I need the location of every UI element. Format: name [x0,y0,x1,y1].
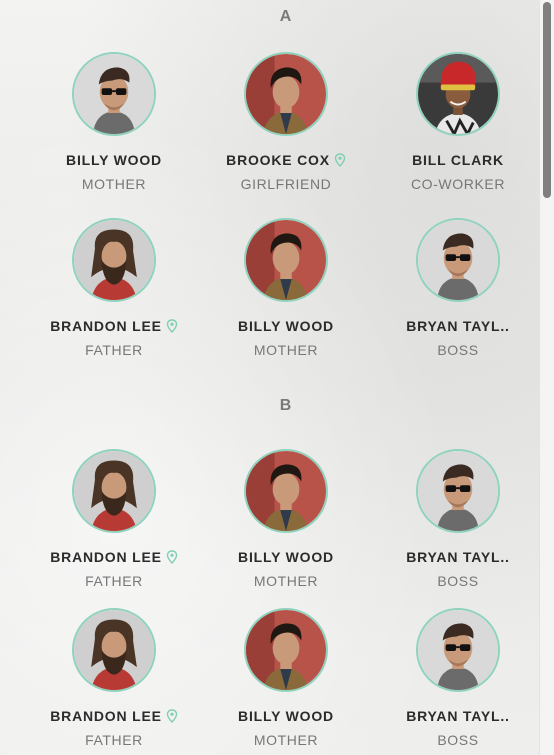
contact-relationship: MOTHER [253,342,319,358]
contact-name-text: BRYAN TAYL.. [406,318,510,334]
portrait-long-hair-beard-icon [74,451,154,531]
portrait-long-hair-beard-icon [74,220,154,300]
avatar[interactable] [244,608,328,692]
portrait-sunglasses-icon [418,220,498,300]
contact-relationship: CO-WORKER [410,176,506,192]
avatar[interactable] [72,52,156,136]
contact-name-text: BILL CLARK [412,152,504,168]
contact-name-text: BILLY WOOD [66,152,162,168]
contact-card[interactable]: BRANDON LEE FATHER [29,608,199,752]
contact-relationship: MOTHER [253,732,319,748]
portrait-sunglasses-icon [418,451,498,531]
avatar[interactable] [72,218,156,302]
contact-relationship: MOTHER [253,573,319,589]
contact-name-text: BILLY WOOD [238,549,334,565]
contact-card[interactable]: BRYAN TAYL.. BOSS [373,449,543,593]
contact-name-text: BROOKE COX [226,152,330,168]
contact-card[interactable]: BILLY WOOD MOTHER [29,52,199,196]
contact-name: BRYAN TAYL.. [373,318,543,334]
portrait-red-beanie-icon [418,54,498,134]
contact-name: BILLY WOOD [29,152,199,168]
contact-name: BILLY WOOD [201,549,371,565]
contact-card[interactable]: BRYAN TAYL.. BOSS [373,218,543,362]
avatar[interactable] [416,608,500,692]
contact-name-text: BRANDON LEE [50,708,162,724]
portrait-sunglasses-icon [418,610,498,690]
portrait-long-hair-beard-icon [74,610,154,690]
contact-relationship: FATHER [85,342,143,358]
portrait-dark-hair-icon [246,54,326,134]
contact-card[interactable]: BROOKE COX GIRLFRIEND [201,52,371,196]
avatar[interactable] [244,52,328,136]
contact-relationship: BOSS [437,573,479,589]
location-pin-icon [166,709,178,724]
portrait-dark-hair-icon [246,610,326,690]
contact-name: BRANDON LEE [29,549,199,565]
contact-name: BRANDON LEE [29,708,199,724]
contact-card[interactable]: BILLY WOOD MOTHER [201,608,371,752]
contact-name: BILL CLARK [373,152,543,168]
contact-card[interactable]: BRANDON LEE FATHER [29,218,199,362]
contact-name: BILLY WOOD [201,708,371,724]
scrollbar-thumb[interactable] [543,2,551,198]
location-pin-icon [166,319,178,334]
portrait-dark-hair-icon [246,220,326,300]
contact-relationship: BOSS [437,342,479,358]
contact-name-text: BRANDON LEE [50,549,162,565]
avatar[interactable] [244,218,328,302]
contact-relationship: FATHER [85,732,143,748]
contact-card[interactable]: BRYAN TAYL.. BOSS [373,608,543,752]
contact-name-text: BILLY WOOD [238,318,334,334]
contact-name-text: BRANDON LEE [50,318,162,334]
avatar[interactable] [72,608,156,692]
contact-name: BRANDON LEE [29,318,199,334]
contact-relationship: MOTHER [81,176,147,192]
contact-name: BRYAN TAYL.. [373,708,543,724]
contact-name-text: BRYAN TAYL.. [406,549,510,565]
contact-relationship: GIRLFRIEND [240,176,332,192]
contact-name-text: BRYAN TAYL.. [406,708,510,724]
contact-name: BRYAN TAYL.. [373,549,543,565]
contact-card[interactable]: BILLY WOOD MOTHER [201,218,371,362]
contact-name: BILLY WOOD [201,318,371,334]
avatar[interactable] [416,52,500,136]
contact-card[interactable]: BILLY WOOD MOTHER [201,449,371,593]
section-header-b: B [279,397,293,414]
avatar[interactable] [244,449,328,533]
location-pin-icon [334,153,346,168]
avatar[interactable] [416,218,500,302]
contact-card[interactable]: BILL CLARK CO-WORKER [373,52,543,196]
contact-relationship: FATHER [85,573,143,589]
contact-relationship: BOSS [437,732,479,748]
section-header-a: A [279,8,293,25]
location-pin-icon [166,550,178,565]
scrollbar[interactable] [539,0,554,755]
contact-name-text: BILLY WOOD [238,708,334,724]
portrait-dark-hair-icon [246,451,326,531]
contact-card[interactable]: BRANDON LEE FATHER [29,449,199,593]
avatar[interactable] [416,449,500,533]
contact-name: BROOKE COX [201,152,371,168]
portrait-sunglasses-icon [74,54,154,134]
avatar[interactable] [72,449,156,533]
contacts-list: A B BILLY WOOD MOTHER BROOKE COX GIRLFRIEN… [0,0,540,755]
